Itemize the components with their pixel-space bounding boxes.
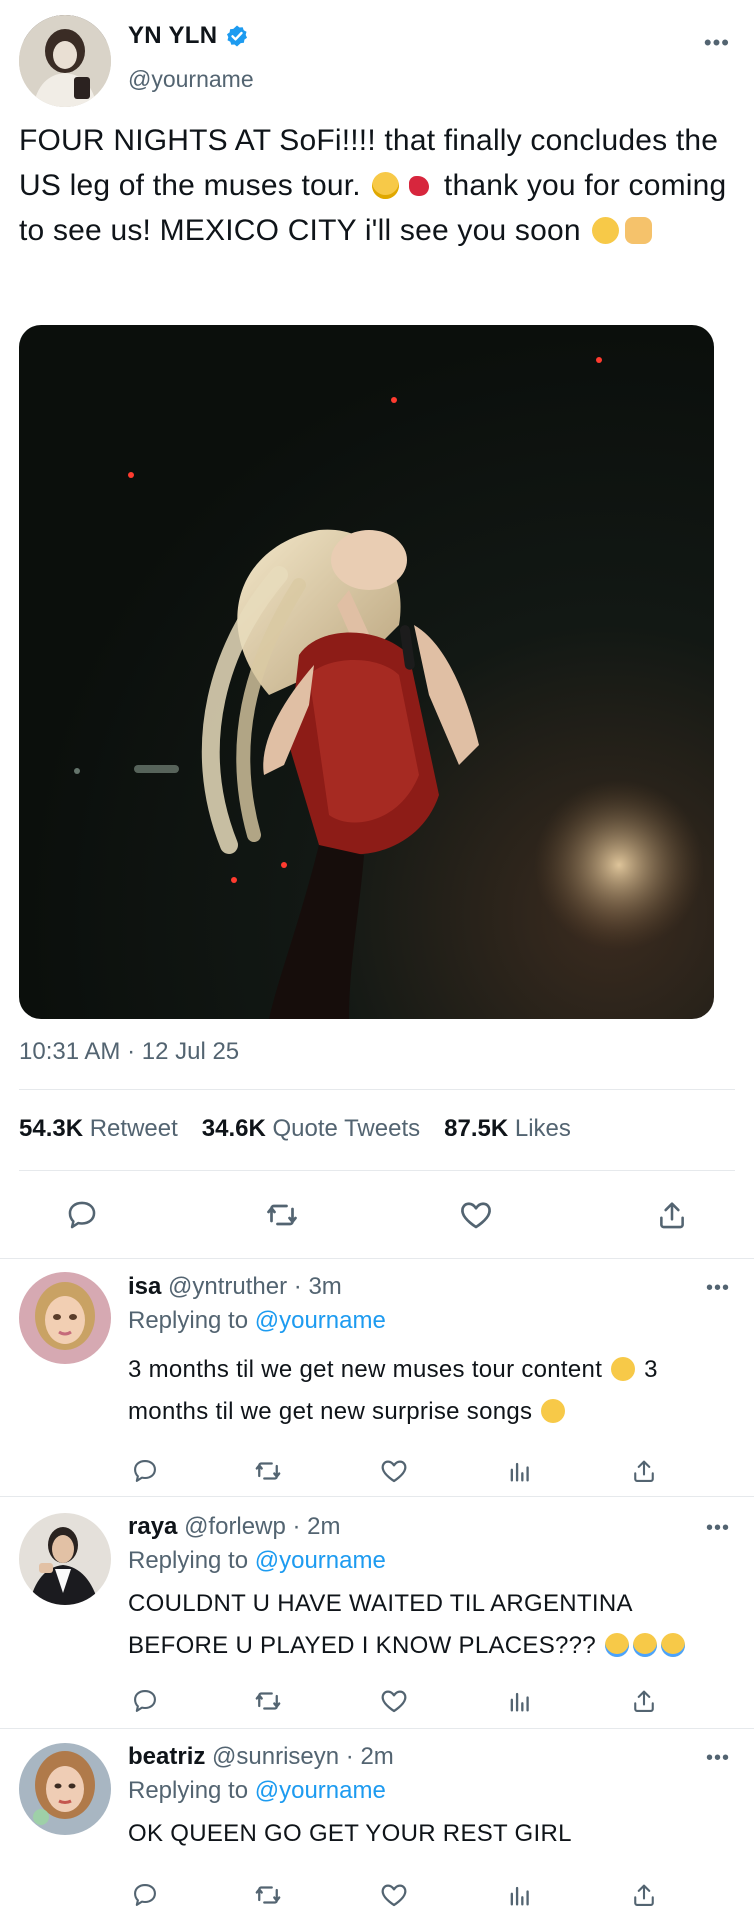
like-icon[interactable] <box>456 1195 496 1235</box>
reply-header: isa @yntruther · 3m <box>128 1273 342 1301</box>
reply-avatar[interactable] <box>19 1272 111 1364</box>
replying-to: Replying to @yourname <box>128 1307 386 1334</box>
reply-meta[interactable]: @forlewp · 2m <box>184 1513 340 1540</box>
reply-text: 3 months til we get new muses tour conte… <box>128 1356 658 1425</box>
likes-stat[interactable]: 87.5K Likes <box>444 1115 571 1143</box>
reply-item[interactable]: isa @yntruther · 3m ••• Replying to @you… <box>0 1258 754 1497</box>
crying-face-emoji-icon <box>604 1633 629 1657</box>
author-handle[interactable]: @yourname <box>128 66 254 93</box>
reply-author-name[interactable]: raya <box>128 1513 177 1540</box>
verified-icon <box>227 25 248 47</box>
share-icon[interactable] <box>624 1875 664 1915</box>
like-icon[interactable] <box>374 1451 414 1491</box>
reply-author-name[interactable]: isa <box>128 1273 161 1300</box>
share-icon[interactable] <box>652 1195 692 1235</box>
reply-icon[interactable] <box>125 1681 165 1721</box>
tweet-photo[interactable] <box>19 325 714 1019</box>
tweet-text: FOUR NIGHTS AT SoFi!!!! that finally con… <box>19 118 739 253</box>
divider <box>19 1089 735 1090</box>
reply-item[interactable]: beatriz @sunriseyn · 2m ••• Replying to … <box>0 1728 754 1921</box>
like-icon[interactable] <box>374 1875 414 1915</box>
pensive-face-emoji-icon <box>541 1399 566 1423</box>
reply-actions <box>0 1875 754 1911</box>
like-icon[interactable] <box>374 1681 414 1721</box>
reply-icon[interactable] <box>125 1451 165 1491</box>
reply-actions <box>0 1451 754 1487</box>
reply-text: OK QUEEN GO GET YOUR REST GIRL <box>128 1820 572 1847</box>
reply-meta[interactable]: @sunriseyn · 2m <box>212 1743 394 1770</box>
main-tweet: YN YLN @yourname ••• FOUR NIGHTS AT SoFi… <box>0 0 754 1258</box>
author-display-name[interactable]: YN YLN <box>128 22 217 50</box>
pleading-face-emoji-icon <box>372 172 400 199</box>
more-icon[interactable]: ••• <box>704 30 730 56</box>
reply-actions <box>0 1681 754 1717</box>
divider <box>19 1170 735 1171</box>
retweet-icon[interactable] <box>248 1681 288 1721</box>
author-avatar[interactable] <box>19 15 111 107</box>
reply-icon[interactable] <box>125 1875 165 1915</box>
analytics-icon[interactable] <box>500 1451 540 1491</box>
reply-item[interactable]: raya @forlewp · 2m ••• Replying to @your… <box>0 1496 754 1729</box>
replying-to-link[interactable]: @yourname <box>255 1307 386 1334</box>
pensive-face-emoji-icon <box>611 1357 636 1381</box>
replying-to: Replying to @yourname <box>128 1547 386 1574</box>
analytics-icon[interactable] <box>500 1875 540 1915</box>
tweet-timestamp[interactable]: 10:31 AM · 12 Jul 25 <box>19 1038 239 1066</box>
replying-to-link[interactable]: @yourname <box>255 1547 386 1574</box>
quote-tweet-stat[interactable]: 34.6K Quote Tweets <box>202 1115 420 1143</box>
more-icon[interactable]: ••• <box>706 1747 730 1770</box>
reply-author-name[interactable]: beatriz <box>128 1743 205 1770</box>
reply-icon[interactable] <box>62 1195 102 1235</box>
retweet-icon[interactable] <box>248 1451 288 1491</box>
replying-to-link[interactable]: @yourname <box>255 1777 386 1804</box>
star-struck-emoji-icon <box>592 217 620 244</box>
reply-header: beatriz @sunriseyn · 2m <box>128 1743 394 1771</box>
retweet-stat[interactable]: 54.3K Retweet <box>19 1115 178 1143</box>
reply-avatar[interactable] <box>19 1743 111 1835</box>
share-icon[interactable] <box>624 1681 664 1721</box>
share-icon[interactable] <box>624 1451 664 1491</box>
retweet-icon[interactable] <box>262 1195 302 1235</box>
reply-header: raya @forlewp · 2m <box>128 1513 340 1541</box>
dancer-emoji-icon <box>405 172 432 199</box>
more-icon[interactable]: ••• <box>706 1277 730 1300</box>
reply-text: COULDNT U HAVE WAITED TIL ARGENTINA BEFO… <box>128 1583 733 1667</box>
reply-meta[interactable]: @yntruther · 3m <box>168 1273 342 1300</box>
tweet-stats: 54.3K Retweet 34.6K Quote Tweets 87.5K L… <box>19 1115 571 1143</box>
more-icon[interactable]: ••• <box>706 1517 730 1540</box>
heart-hands-emoji-icon <box>625 217 653 244</box>
crying-face-emoji-icon <box>660 1633 685 1657</box>
analytics-icon[interactable] <box>500 1681 540 1721</box>
tweet-actions <box>0 1195 754 1239</box>
crying-face-emoji-icon <box>632 1633 657 1657</box>
retweet-icon[interactable] <box>248 1875 288 1915</box>
reply-avatar[interactable] <box>19 1513 111 1605</box>
author-name-row: YN YLN <box>128 22 249 50</box>
replying-to: Replying to @yourname <box>128 1777 386 1804</box>
